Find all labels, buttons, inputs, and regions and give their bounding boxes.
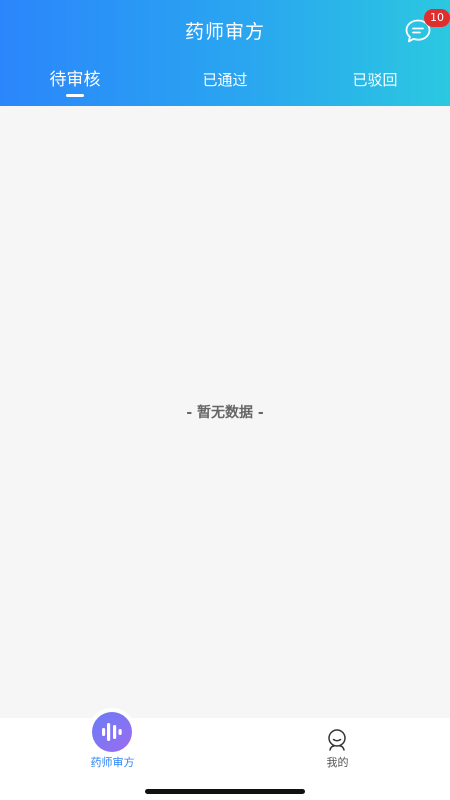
audio-wave-icon [102, 723, 122, 741]
app-header: 药师审方 10 待审核 已通过 已驳回 [0, 0, 450, 106]
tab-label: 已通过 [202, 71, 248, 89]
tab-label: 已驳回 [352, 71, 398, 89]
tab-rejected[interactable]: 已驳回 [300, 64, 450, 106]
tabbar-fab [88, 708, 136, 756]
tabbar-item-prescription-review[interactable]: 药师审方 [0, 708, 225, 788]
tabbar-item-mine[interactable]: 我的 [225, 718, 450, 788]
tabbar-label: 我的 [326, 756, 349, 769]
home-indicator [145, 789, 305, 794]
user-icon [328, 729, 346, 751]
page-title: 药师审方 [184, 21, 265, 43]
tab-pending[interactable]: 待审核 [0, 64, 150, 106]
active-tab-indicator [66, 94, 84, 97]
bottom-tab-bar: 药师审方 我的 [0, 708, 450, 800]
message-count-badge: 10 [424, 9, 450, 27]
status-tabs: 待审核 已通过 已驳回 [0, 64, 450, 106]
tabbar-label: 药师审方 [90, 756, 135, 769]
tab-approved[interactable]: 已通过 [150, 64, 300, 106]
tab-label: 待审核 [49, 70, 101, 90]
empty-state-text: - 暂无数据 - [186, 405, 264, 421]
